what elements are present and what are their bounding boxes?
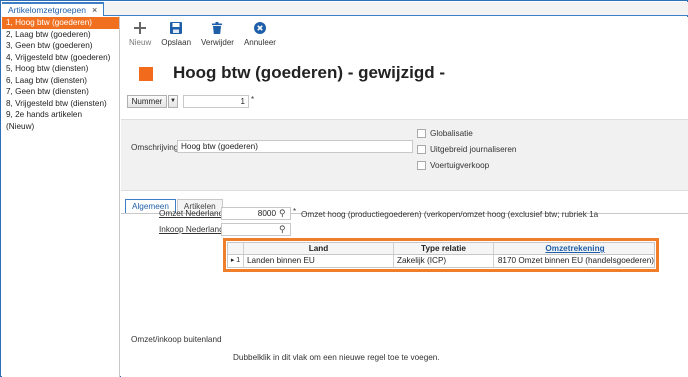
search-icon[interactable]: ⚲ xyxy=(279,208,286,219)
search-icon[interactable]: ⚲ xyxy=(279,224,286,235)
list-item[interactable]: 8, Vrijgesteld btw (diensten) xyxy=(2,98,119,110)
general-fields-band xyxy=(121,119,688,191)
delete-label: Verwijder xyxy=(201,38,234,47)
plus-icon xyxy=(133,21,147,35)
delete-button[interactable]: Verwijder xyxy=(201,21,234,55)
save-button[interactable]: Opslaan xyxy=(161,21,191,55)
tab-artikelomzetgroepen[interactable]: Artikelomzetgroepen × xyxy=(2,2,105,16)
list-item[interactable]: 1, Hoog btw (goederen) xyxy=(2,17,119,29)
list-item[interactable]: 7, Geen btw (diensten) xyxy=(2,86,119,98)
omzet-nederland-label[interactable]: Omzet Nederland xyxy=(159,209,223,218)
record-color-marker xyxy=(139,67,153,81)
app-window: Artikelomzetgroepen × 1, Hoog btw (goede… xyxy=(0,0,688,377)
grid-header-land[interactable]: Land xyxy=(244,243,394,254)
list-item[interactable]: 3, Geen btw (goederen) xyxy=(2,40,119,52)
list-item[interactable]: 5, Hoog btw (diensten) xyxy=(2,63,119,75)
cell-omzetrekening[interactable]: 8170 Omzet binnen EU (handelsgoederen) xyxy=(494,255,656,267)
grid-header-omzetrekening[interactable]: Omzetrekening xyxy=(494,243,656,254)
buitenland-grid-highlight: Land Type relatie Omzetrekening ▸ 1 Land… xyxy=(223,238,659,272)
close-icon[interactable]: × xyxy=(92,5,97,15)
list-item[interactable]: 6, Laag btw (diensten) xyxy=(2,75,119,87)
nummer-field[interactable]: 1 xyxy=(183,95,249,108)
globalisatie-checkbox[interactable] xyxy=(417,129,426,138)
detail-panel: Nieuw Opslaan Verwijder Annuleer Hoog bt… xyxy=(121,17,688,377)
add-row-hint[interactable]: Dubbelklik in dit vlak om een nieuwe reg… xyxy=(233,353,440,362)
table-row[interactable]: ▸ 1 Landen binnen EU Zakelijk (ICP) 8170… xyxy=(228,255,654,267)
uitgebreid-journaliseren-label: Uitgebreid journaliseren xyxy=(430,145,517,154)
list-item[interactable]: 4, Vrijgesteld btw (goederen) xyxy=(2,52,119,64)
new-label: Nieuw xyxy=(129,38,152,47)
new-button[interactable]: Nieuw xyxy=(129,21,151,55)
cancel-label: Annuleer xyxy=(243,38,276,47)
grid-header-indicator xyxy=(228,243,244,254)
cancel-button[interactable]: Annuleer xyxy=(244,21,276,55)
voertuigverkoop-label: Voertuigverkoop xyxy=(430,161,490,170)
cell-type-relatie[interactable]: Zakelijk (ICP) xyxy=(394,255,494,267)
floppy-disk-icon xyxy=(169,21,183,35)
chevron-down-icon[interactable]: ▼ xyxy=(168,95,178,108)
cell-land[interactable]: Landen binnen EU xyxy=(244,255,394,267)
omzet-nederland-description: Omzet hoog (productiegoederen) (verkopen… xyxy=(301,210,599,219)
cancel-circle-icon xyxy=(253,21,267,35)
save-label: Opslaan xyxy=(161,38,192,47)
grid-header: Land Type relatie Omzetrekening xyxy=(228,243,654,255)
grid-header-type-relatie[interactable]: Type relatie xyxy=(394,243,494,254)
record-list: 1, Hoog btw (goederen) 2, Laag btw (goed… xyxy=(2,17,120,377)
required-marker: * xyxy=(251,95,255,104)
uitgebreid-journaliseren-checkbox[interactable] xyxy=(417,145,426,154)
toolbar: Nieuw Opslaan Verwijder Annuleer xyxy=(129,21,276,55)
row-indicator: ▸ 1 xyxy=(228,255,244,267)
omschrijving-field[interactable]: Hoog btw (goederen) xyxy=(177,140,413,153)
trash-icon xyxy=(210,21,224,35)
list-item[interactable]: 9, 2e hands artikelen xyxy=(2,109,119,121)
document-tabbar: Artikelomzetgroepen × xyxy=(2,2,688,16)
inkoop-nederland-label[interactable]: Inkoop Nederland xyxy=(159,225,224,234)
list-item[interactable]: 2, Laag btw (goederen) xyxy=(2,29,119,41)
globalisatie-label: Globalisatie xyxy=(430,129,473,138)
list-item-new[interactable]: (Nieuw) xyxy=(2,121,119,133)
voertuigverkoop-checkbox[interactable] xyxy=(417,161,426,170)
tab-label: Artikelomzetgroepen xyxy=(8,5,86,15)
omschrijving-label: Omschrijving xyxy=(131,143,179,152)
buitenland-label: Omzet/inkoop buitenland xyxy=(131,335,222,344)
nummer-button[interactable]: Nummer xyxy=(127,95,167,108)
buitenland-grid: Land Type relatie Omzetrekening ▸ 1 Land… xyxy=(227,242,655,268)
required-marker: * xyxy=(293,207,297,216)
page-title: Hoog btw (goederen) - gewijzigd - xyxy=(173,63,445,82)
